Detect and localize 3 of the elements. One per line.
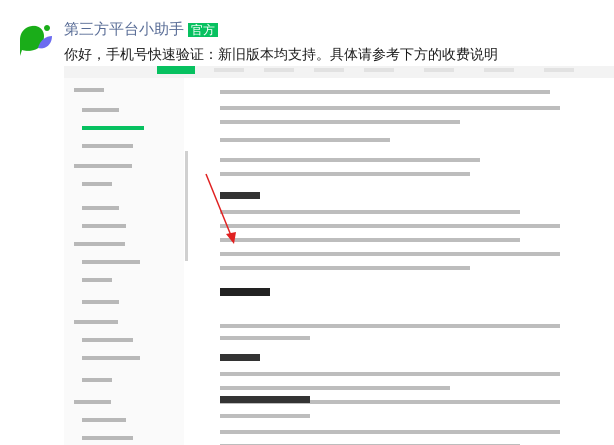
sender-name: 第三方平台小助手 (64, 22, 184, 37)
message-text: 你好，手机号快速验证：新旧版本均支持。具体请参考下方的收费说明 (64, 45, 499, 64)
official-badge: 官方 (188, 22, 218, 36)
